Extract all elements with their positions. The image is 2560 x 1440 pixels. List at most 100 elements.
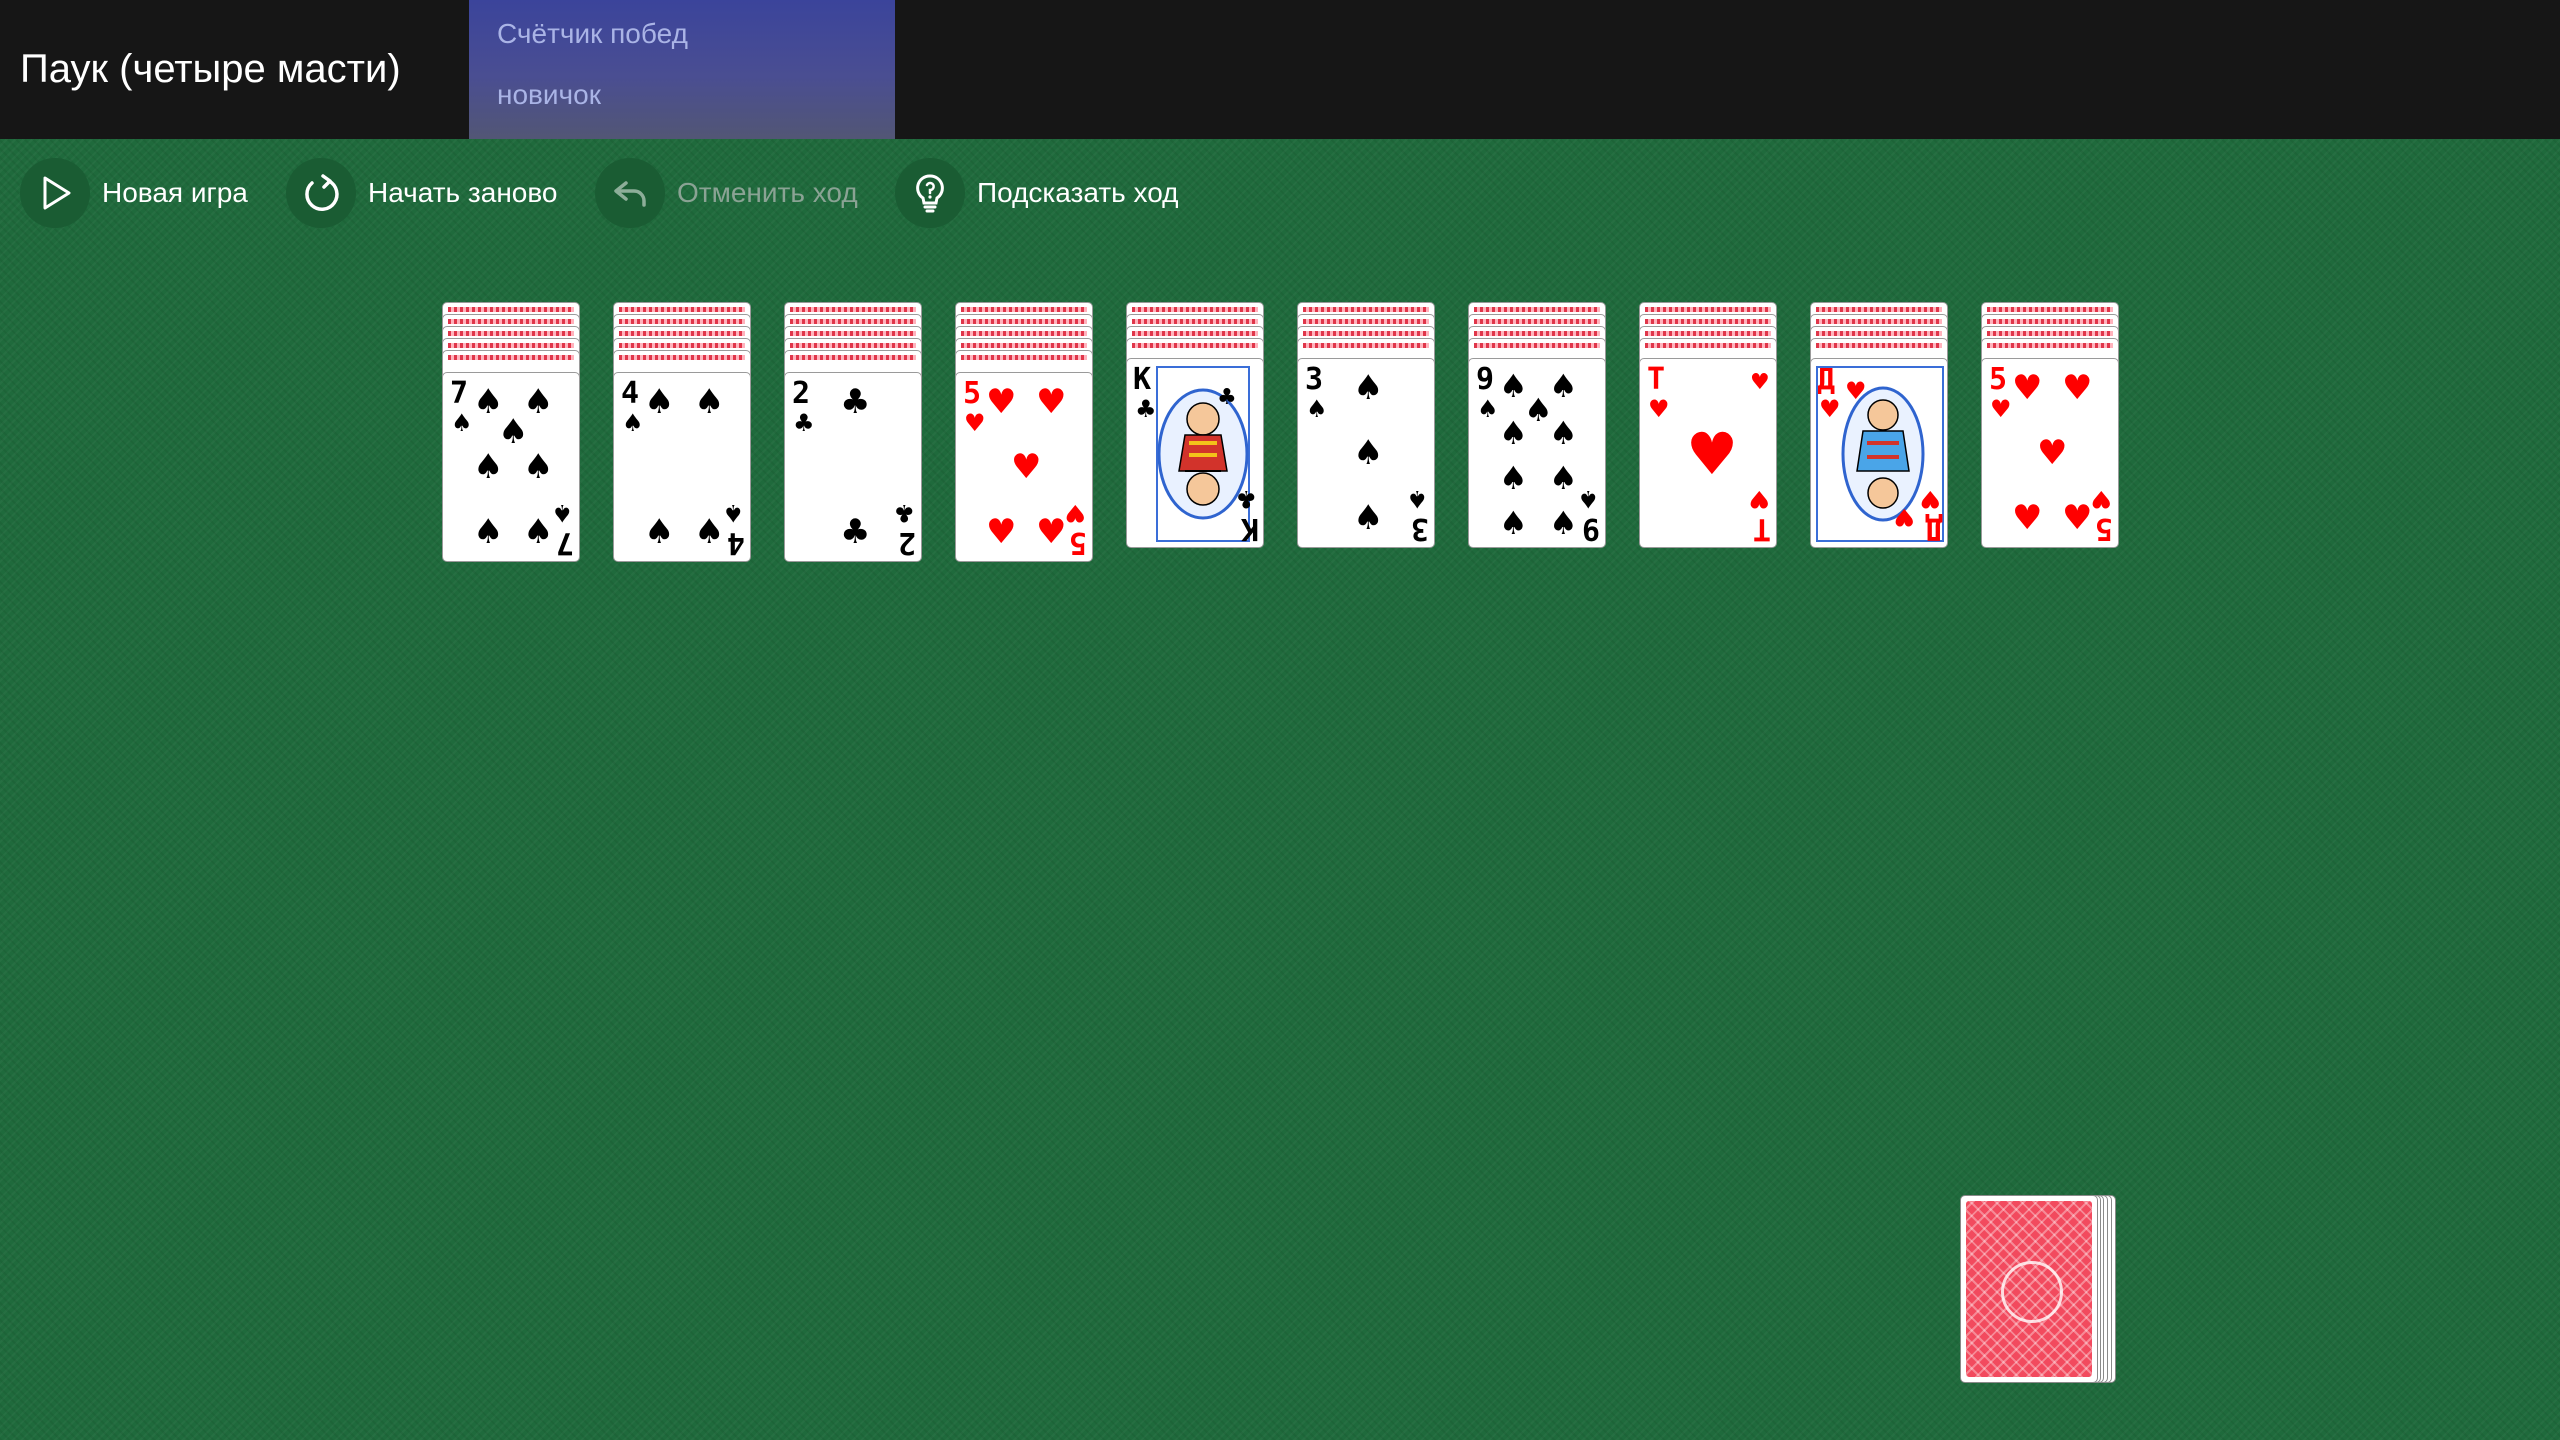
tableau-pile-4[interactable]: 5 ♥ ♥ ♥ ♥ ♥ ♥ 5 ♥ <box>955 302 1095 562</box>
svg-text:♣: ♣ <box>893 499 915 527</box>
svg-text:9: 9 <box>1476 362 1494 397</box>
svg-text:♥: ♥ <box>986 512 1016 552</box>
svg-text:♥: ♥ <box>1990 395 2012 423</box>
tableau-pile-9[interactable]: Д ♥ ♥ Д ♥ ♥ <box>1810 302 1950 552</box>
svg-text:♠: ♠ <box>1549 414 1578 452</box>
tableau-pile-6[interactable]: 3 ♠ ♠ ♠ ♠ 3 ♠ <box>1297 302 1437 552</box>
svg-text:♠: ♠ <box>1353 498 1383 538</box>
svg-text:2: 2 <box>792 376 810 411</box>
card-ace-hearts[interactable]: Т ♥ ♥ ♥ Т ♥ <box>1639 358 1777 548</box>
tableau-pile-7[interactable]: 9 ♠ ♠ ♠ ♠ ♠ ♠ ♠ ♠ ♠ ♠ 9 ♠ <box>1468 302 1608 552</box>
svg-text:♠: ♠ <box>1353 368 1383 408</box>
svg-text:♠: ♠ <box>722 499 744 527</box>
card-9-spades[interactable]: 9 ♠ ♠ ♠ ♠ ♠ ♠ ♠ ♠ ♠ ♠ 9 ♠ <box>1468 358 1606 548</box>
svg-text:♥: ♥ <box>1819 395 1841 423</box>
svg-text:♠: ♠ <box>1499 414 1528 452</box>
tableau-pile-2[interactable]: 4 ♠ ♠ ♠ ♠ ♠ 4 ♠ <box>613 302 753 562</box>
card-3-spades[interactable]: 3 ♠ ♠ ♠ ♠ 3 ♠ <box>1297 358 1435 548</box>
undo-icon <box>595 158 665 228</box>
svg-text:♠: ♠ <box>473 447 503 487</box>
card-5-hearts-b[interactable]: 5 ♥ ♥ ♥ ♥ ♥ ♥ 5 ♥ <box>1981 358 2119 548</box>
card-king-clubs[interactable]: К ♣ ♣ К ♣ <box>1126 358 1264 548</box>
lightbulb-icon <box>895 158 965 228</box>
svg-text:♠: ♠ <box>498 412 528 452</box>
tableau-pile-8[interactable]: Т ♥ ♥ ♥ Т ♥ <box>1639 302 1779 552</box>
svg-text:♠: ♠ <box>1549 504 1578 542</box>
svg-text:♣: ♣ <box>840 382 870 422</box>
restart-label: Начать заново <box>368 177 558 208</box>
svg-text:♥: ♥ <box>1919 485 1941 513</box>
svg-text:♠: ♠ <box>1499 459 1528 497</box>
card-queen-hearts[interactable]: Д ♥ ♥ Д ♥ ♥ <box>1810 358 1948 548</box>
card-4-spades[interactable]: 4 ♠ ♠ ♠ ♠ ♠ 4 ♠ <box>613 372 751 562</box>
svg-text:♥: ♥ <box>1845 377 1867 405</box>
win-counter-panel[interactable]: Счётчик побед новичок <box>469 0 895 139</box>
restart-icon <box>286 158 356 228</box>
svg-text:♥: ♥ <box>1750 370 1770 395</box>
stock-top-card[interactable] <box>1960 1195 2098 1383</box>
restart-button[interactable]: Начать заново <box>286 157 558 229</box>
svg-text:♠: ♠ <box>1549 459 1578 497</box>
undo-label: Отменить ход <box>677 177 858 208</box>
svg-text:4: 4 <box>621 376 639 411</box>
undo-button[interactable]: Отменить ход <box>595 157 858 229</box>
hint-label: Подсказать ход <box>977 177 1179 208</box>
tableau-pile-3[interactable]: 2 ♣ ♣ ♣ 2 ♣ <box>784 302 924 562</box>
svg-text:К: К <box>1241 511 1259 546</box>
svg-text:♠: ♠ <box>1577 485 1599 513</box>
svg-text:♣: ♣ <box>1217 385 1237 410</box>
svg-text:5: 5 <box>1069 525 1087 560</box>
svg-text:♠: ♠ <box>551 499 573 527</box>
svg-text:♠: ♠ <box>622 409 644 437</box>
svg-text:♠: ♠ <box>694 382 724 422</box>
win-counter-label: Счётчик побед <box>497 18 688 49</box>
card-rank: 7 <box>450 376 468 411</box>
tableau-pile-5[interactable]: К ♣ ♣ К ♣ <box>1126 302 1266 552</box>
svg-text:♣: ♣ <box>1235 485 1257 513</box>
svg-text:5: 5 <box>963 376 981 411</box>
svg-text:♠: ♠ <box>644 382 674 422</box>
svg-text:♠: ♠ <box>473 512 503 552</box>
svg-text:♠: ♠ <box>694 512 724 552</box>
svg-text:3: 3 <box>1305 362 1323 397</box>
svg-text:♥: ♥ <box>2037 433 2067 473</box>
svg-text:5: 5 <box>2095 511 2113 546</box>
svg-text:♥: ♥ <box>1648 395 1670 423</box>
svg-text:♥: ♥ <box>964 409 986 437</box>
svg-text:♥: ♥ <box>2062 498 2092 538</box>
svg-text:Т: Т <box>1753 511 1771 546</box>
card-7-spades[interactable]: 7 ♠ ♠ ♠ ♠ ♠ ♠ ♠ ♠ 7 ♠ <box>442 372 580 562</box>
card-5-hearts[interactable]: 5 ♥ ♥ ♥ ♥ ♥ ♥ 5 ♥ <box>955 372 1093 562</box>
svg-text:3: 3 <box>1411 511 1429 546</box>
card-back-pattern <box>1966 1201 2092 1377</box>
svg-text:♥: ♥ <box>1748 485 1770 513</box>
tableau-pile-1[interactable]: 7 ♠ ♠ ♠ ♠ ♠ ♠ ♠ ♠ 7 ♠ <box>442 302 582 562</box>
svg-text:♠: ♠ <box>451 409 473 437</box>
svg-text:Т: Т <box>1647 362 1665 397</box>
tableau-pile-10[interactable]: 5 ♥ ♥ ♥ ♥ ♥ ♥ 5 ♥ <box>1981 302 2121 552</box>
svg-text:5: 5 <box>1989 362 2007 397</box>
stock-pile[interactable] <box>1960 1195 2120 1385</box>
svg-text:♠: ♠ <box>523 512 553 552</box>
svg-text:9: 9 <box>1582 511 1600 546</box>
svg-text:♥: ♥ <box>2090 485 2112 513</box>
svg-text:♥: ♥ <box>1064 499 1086 527</box>
hint-button[interactable]: Подсказать ход <box>895 157 1179 229</box>
svg-text:♣: ♣ <box>840 512 870 552</box>
svg-text:♠: ♠ <box>1499 504 1528 542</box>
svg-text:♠: ♠ <box>1306 395 1328 423</box>
svg-text:♣: ♣ <box>793 409 815 437</box>
svg-text:♥: ♥ <box>1036 382 1066 422</box>
card-2-clubs[interactable]: 2 ♣ ♣ ♣ 2 ♣ <box>784 372 922 562</box>
new-game-button[interactable]: Новая игра <box>20 157 248 229</box>
svg-text:♥: ♥ <box>1893 503 1915 531</box>
svg-text:♠: ♠ <box>523 447 553 487</box>
app-title: Паук (четыре масти) <box>20 47 401 91</box>
svg-text:♠: ♠ <box>1406 485 1428 513</box>
svg-text:2: 2 <box>898 525 916 560</box>
play-icon <box>20 158 90 228</box>
svg-text:♥: ♥ <box>1011 447 1041 487</box>
card-rank-bottom: 7 <box>556 525 574 560</box>
svg-text:♣: ♣ <box>1135 395 1157 423</box>
svg-text:♠: ♠ <box>1549 367 1578 405</box>
